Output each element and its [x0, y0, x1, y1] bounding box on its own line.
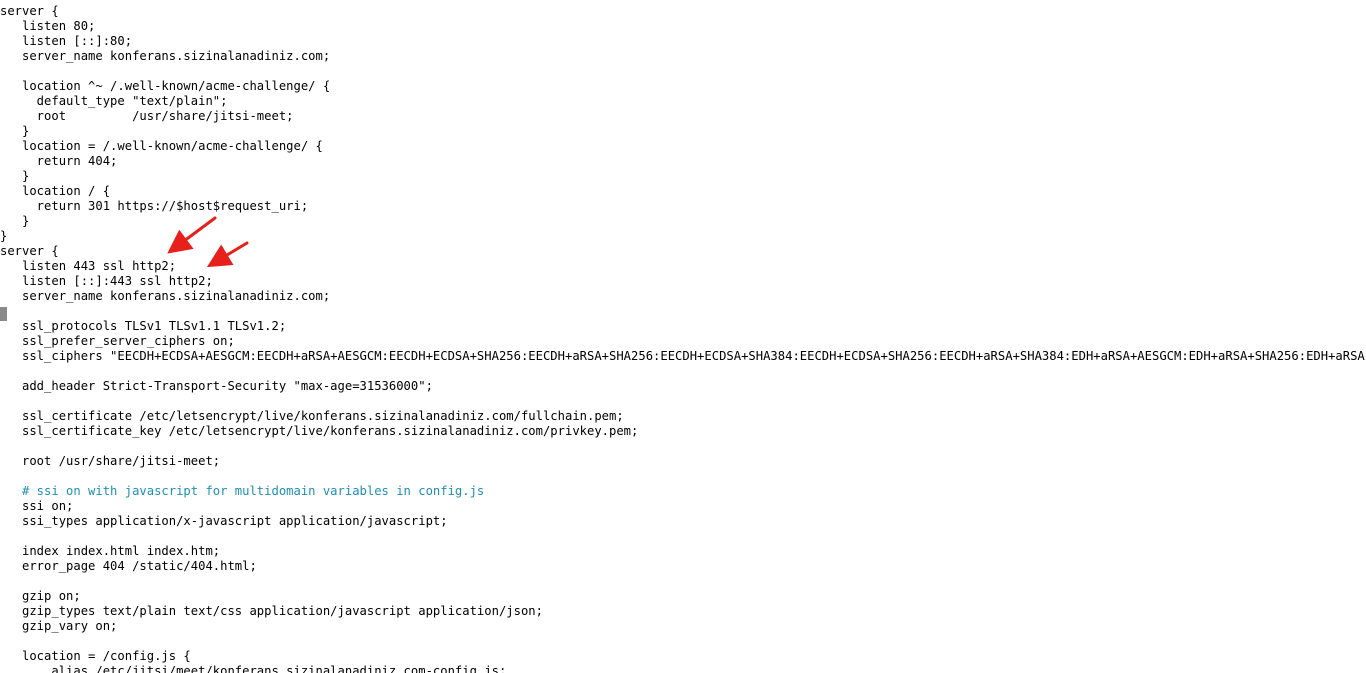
code-line: ssl_certificate_key /etc/letsencrypt/liv… [0, 424, 639, 438]
code-line: error_page 404 /static/404.html; [0, 559, 257, 573]
code-line: } [0, 124, 30, 138]
code-line: gzip on; [0, 589, 81, 603]
code-line: add_header Strict-Transport-Security "ma… [0, 379, 433, 393]
code-comment-line: # ssi on with javascript for multidomain… [0, 484, 485, 498]
code-line: ssl_ciphers "EECDH+ECDSA+AESGCM:EECDH+aR… [0, 349, 1366, 363]
text-cursor [0, 307, 7, 321]
code-line: return 404; [0, 154, 118, 168]
code-line: gzip_vary on; [0, 619, 118, 633]
code-line: server { [0, 4, 59, 18]
code-line: root /usr/share/jitsi-meet; [0, 109, 294, 123]
code-line: ssl_certificate /etc/letsencrypt/live/ko… [0, 409, 624, 423]
code-line: listen [::]:80; [0, 34, 133, 48]
code-line: location = /.well-known/acme-challenge/ … [0, 139, 323, 153]
code-line: ssl_protocols TLSv1 TLSv1.1 TLSv1.2; [0, 319, 287, 333]
code-line: server_name konferans.sizinalanadiniz.co… [0, 49, 331, 63]
code-line: } [0, 229, 8, 243]
code-line: server_name konferans.sizinalanadiniz.co… [0, 289, 331, 303]
code-line: gzip_types text/plain text/css applicati… [0, 604, 543, 618]
code-line: default_type "text/plain"; [0, 94, 228, 108]
code-line: return 301 https://$host$request_uri; [0, 199, 309, 213]
code-line: alias /etc/jitsi/meet/konferans.sizinala… [0, 664, 507, 673]
code-line: listen 443 ssl http2; [0, 259, 177, 273]
code-line: location / { [0, 184, 111, 198]
code-line: ssi_types application/x-javascript appli… [0, 514, 448, 528]
code-line: listen 80; [0, 19, 96, 33]
code-line: location ^~ /.well-known/acme-challenge/… [0, 79, 331, 93]
code-line: ssi on; [0, 499, 74, 513]
code-line: ssl_prefer_server_ciphers on; [0, 334, 235, 348]
nginx-config-text[interactable]: server { listen 80; listen [::]:80; serv… [0, 4, 1366, 673]
code-line: } [0, 169, 30, 183]
code-line: listen [::]:443 ssl http2; [0, 274, 213, 288]
code-line: } [0, 214, 30, 228]
code-line: server { [0, 244, 59, 258]
code-line: root /usr/share/jitsi-meet; [0, 454, 221, 468]
code-line: location = /config.js { [0, 649, 191, 663]
code-line: index index.html index.htm; [0, 544, 221, 558]
terminal-window[interactable]: server { listen 80; listen [::]:80; serv… [0, 0, 1366, 673]
